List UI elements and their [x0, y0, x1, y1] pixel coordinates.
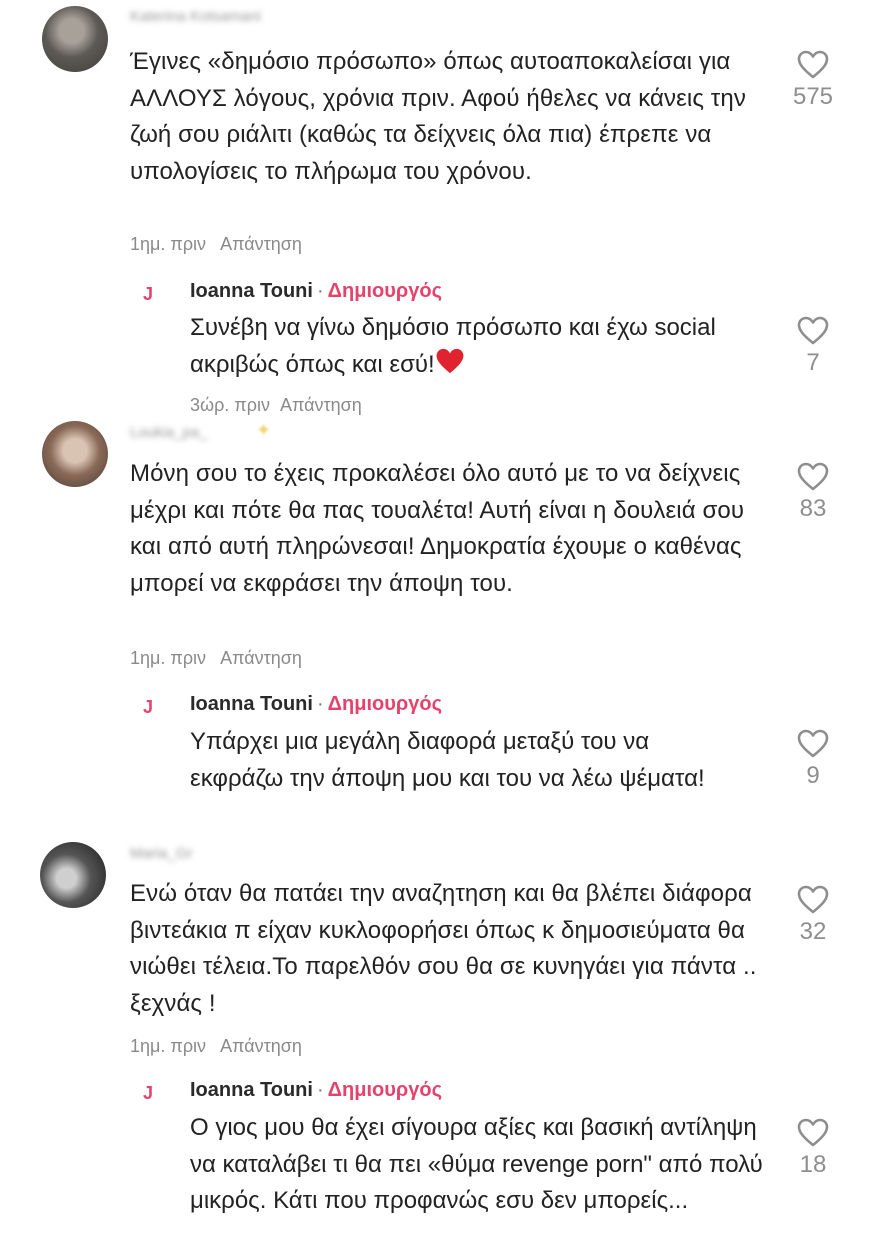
- comment-meta: 1ημ. πριν Απάντηση: [130, 648, 302, 669]
- heart-outline-icon: [797, 1118, 829, 1147]
- creator-avatar[interactable]: J: [143, 697, 153, 718]
- like-count: 32: [799, 918, 827, 945]
- avatar[interactable]: [42, 421, 108, 487]
- reply-text: Συνέβη να γίνω δημόσιο πρόσωπο και έχω s…: [190, 310, 730, 385]
- reply-button[interactable]: Απάντηση: [280, 395, 362, 415]
- creator-badge: Δημιουργός: [327, 693, 442, 715]
- red-heart-emoji: [435, 348, 465, 386]
- heart-outline-icon: [797, 462, 829, 491]
- like-button[interactable]: 575: [783, 50, 843, 111]
- username[interactable]: Katerina Kotsamani: [130, 8, 261, 25]
- reply-meta: 3ώρ. πριν Απάντηση: [190, 395, 362, 416]
- author-name[interactable]: Ioanna Touni: [190, 693, 313, 715]
- comment-text: Μόνη σου το έχεις προκαλέσει όλο αυτό με…: [130, 460, 745, 597]
- username[interactable]: Maria_Gr: [130, 845, 193, 862]
- like-count: 18: [799, 1151, 827, 1178]
- like-button[interactable]: 9: [783, 729, 843, 790]
- separator: ·: [316, 693, 324, 715]
- comment-meta: 1ημ. πριν Απάντηση: [130, 234, 302, 255]
- timestamp: 1ημ. πριν: [130, 1036, 207, 1056]
- author-name[interactable]: Ioanna Touni: [190, 1079, 313, 1101]
- reply-author: Ioanna Touni · Δημιουργός: [190, 280, 442, 303]
- timestamp: 1ημ. πριν: [130, 648, 207, 668]
- reply-author: Ioanna Touni · Δημιουργός: [190, 693, 442, 716]
- like-button[interactable]: 18: [783, 1118, 843, 1179]
- timestamp: 1ημ. πριν: [130, 234, 207, 254]
- comment-text: Έγινες «δημόσιο πρόσωπο» όπως αυτοαποκαλ…: [130, 48, 746, 185]
- avatar[interactable]: [42, 6, 108, 72]
- creator-avatar[interactable]: J: [143, 1083, 153, 1104]
- like-count: 575: [792, 83, 834, 110]
- reply-text: Ο γιος μου θα έχει σίγουρα αξίες και βασ…: [190, 1114, 763, 1214]
- creator-badge: Δημιουργός: [327, 280, 442, 302]
- like-count: 83: [799, 495, 827, 522]
- like-button[interactable]: 83: [783, 462, 843, 523]
- reply-button[interactable]: Απάντηση: [220, 648, 302, 668]
- comment-text: Ενώ όταν θα πατάει την αναζητηση και θα …: [130, 880, 757, 1017]
- heart-outline-icon: [797, 729, 829, 758]
- reply-text: Υπάρχει μια μεγάλη διαφορά μεταξύ του να…: [190, 728, 705, 792]
- reply-author: Ioanna Touni · Δημιουργός: [190, 1079, 442, 1102]
- heart-outline-icon: [797, 316, 829, 345]
- comment-meta: 1ημ. πριν Απάντηση: [130, 1036, 302, 1057]
- reply-button[interactable]: Απάντηση: [220, 234, 302, 254]
- like-button[interactable]: 7: [783, 316, 843, 377]
- separator: ·: [316, 1079, 324, 1101]
- like-button[interactable]: 32: [783, 885, 843, 946]
- reply-button[interactable]: Απάντηση: [220, 1036, 302, 1056]
- username[interactable]: Loukia_pa_: [130, 424, 208, 441]
- sparkle-icon: ✦: [256, 420, 272, 440]
- creator-avatar[interactable]: J: [143, 284, 153, 305]
- heart-outline-icon: [797, 885, 829, 914]
- separator: ·: [316, 280, 324, 302]
- like-count: 7: [806, 349, 820, 376]
- timestamp: 3ώρ. πριν: [190, 395, 270, 415]
- creator-badge: Δημιουργός: [327, 1079, 442, 1101]
- like-count: 9: [806, 762, 820, 789]
- avatar[interactable]: [40, 842, 106, 908]
- author-name[interactable]: Ioanna Touni: [190, 280, 313, 302]
- heart-outline-icon: [797, 50, 829, 79]
